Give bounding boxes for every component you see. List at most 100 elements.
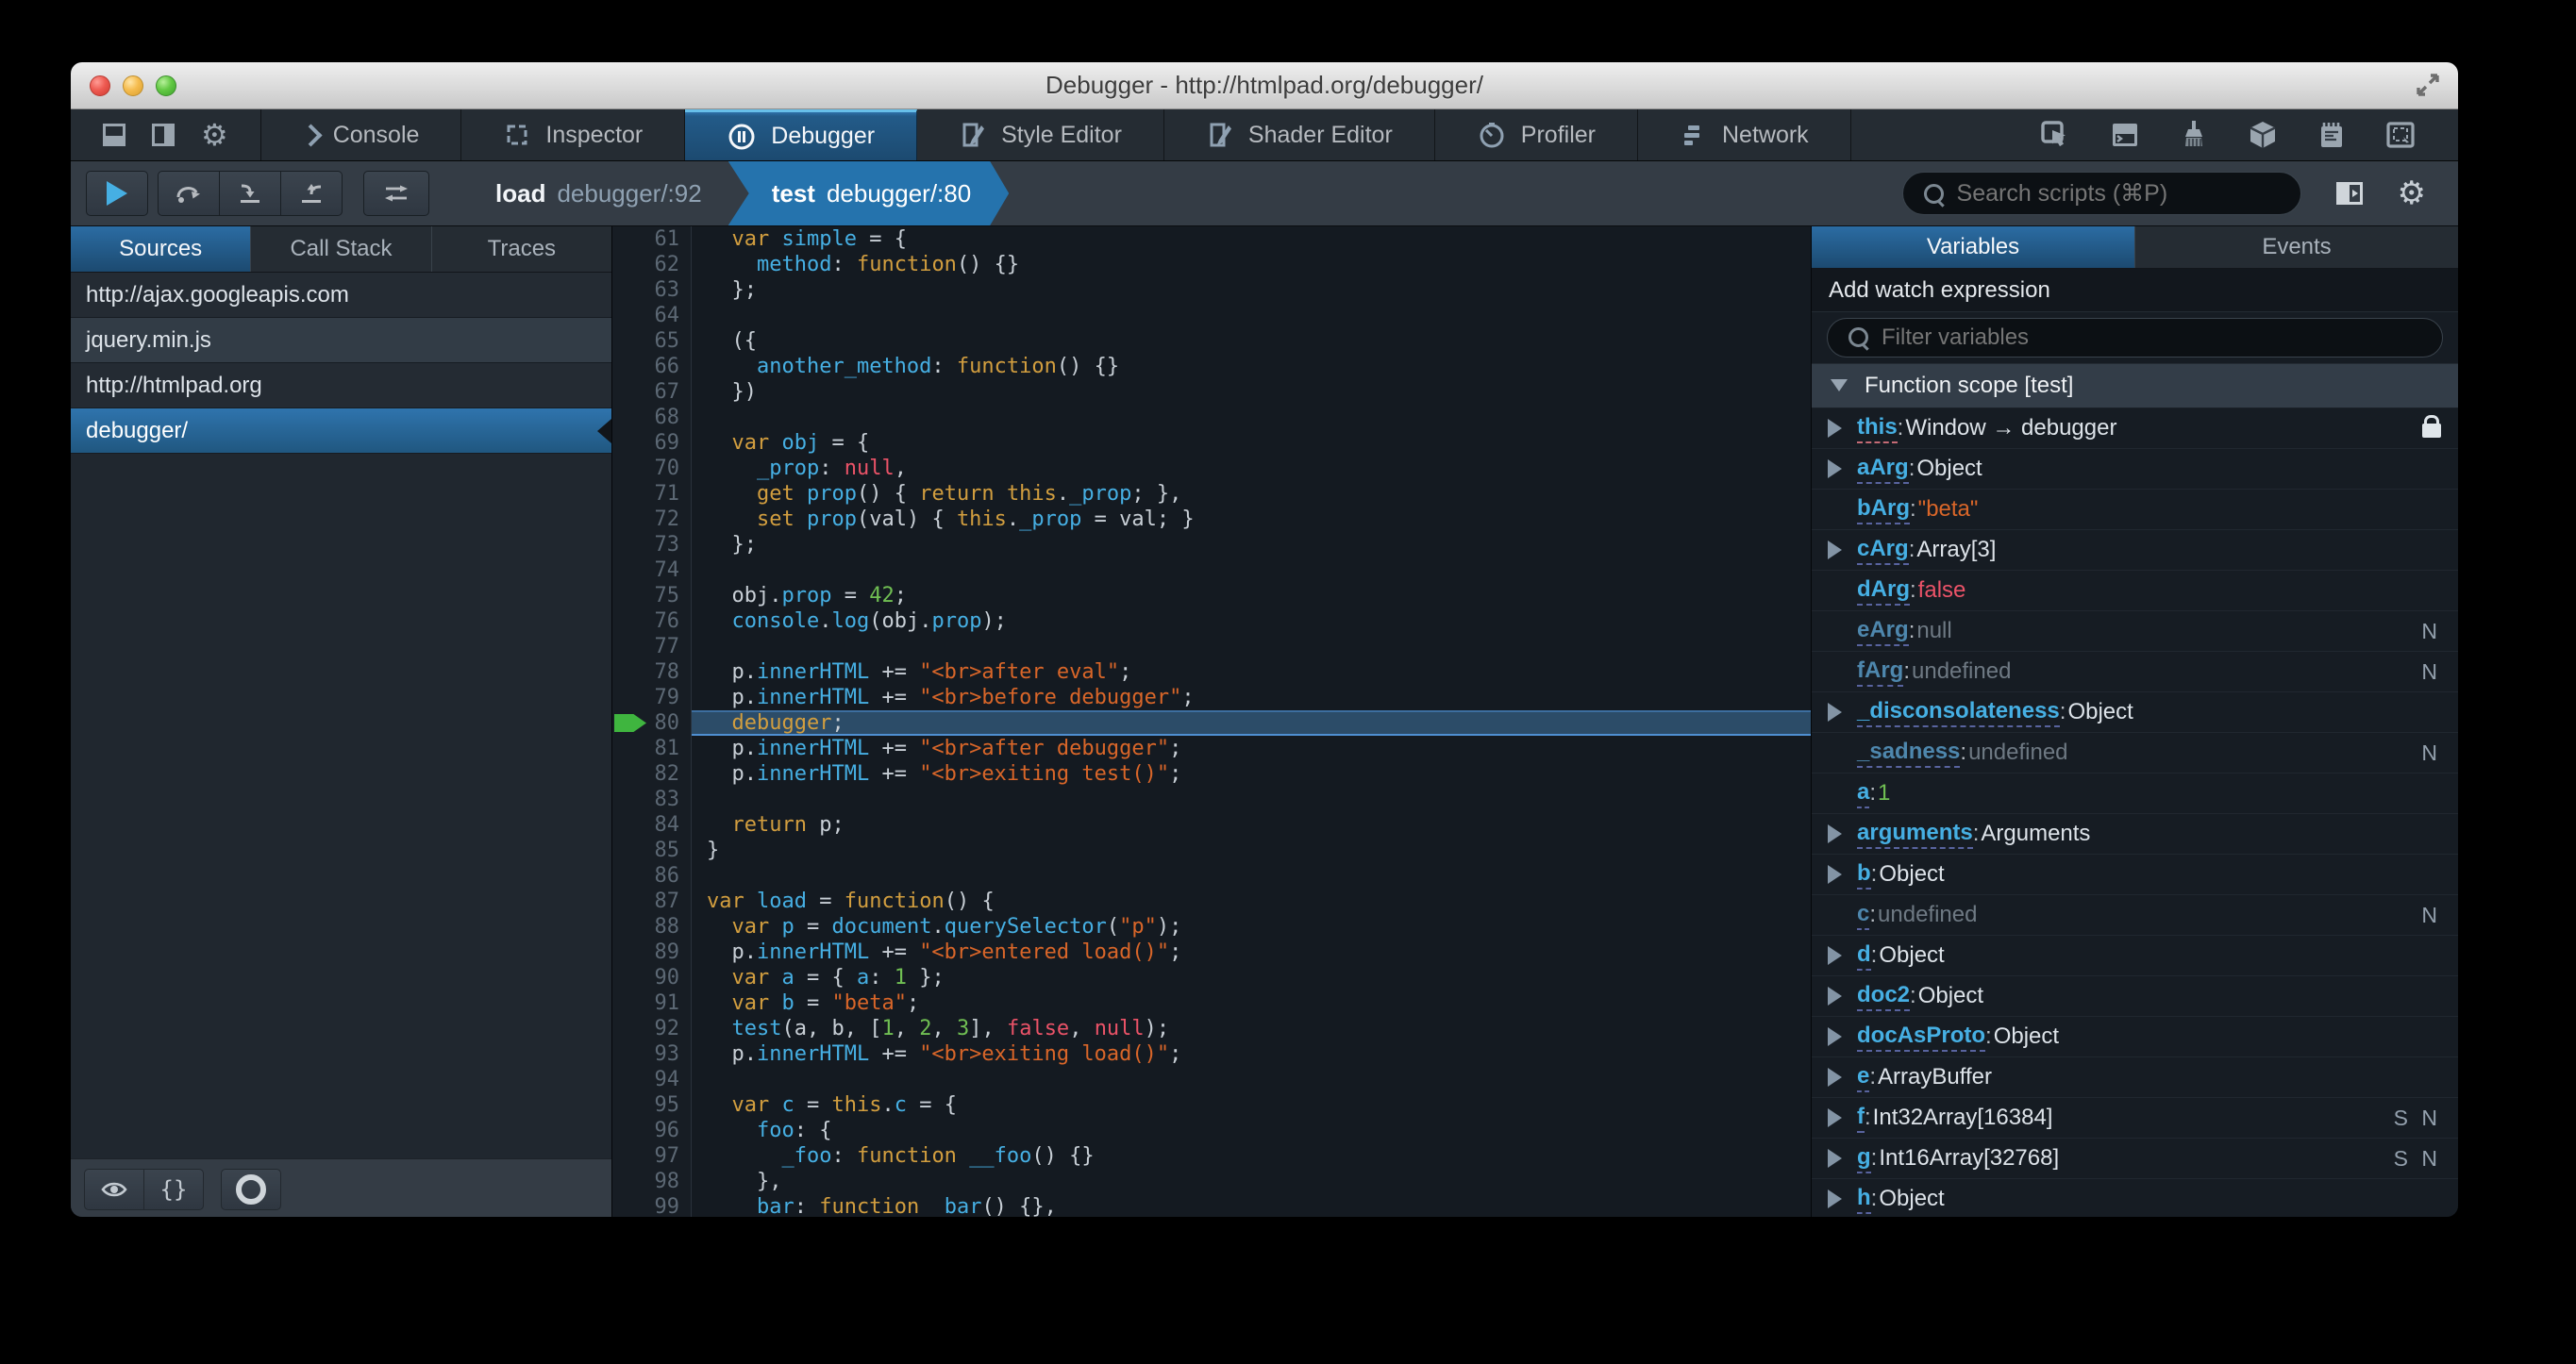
variable-name[interactable]: b bbox=[1857, 860, 1871, 890]
variable-name[interactable]: a bbox=[1857, 779, 1870, 808]
expand-arrow-icon[interactable] bbox=[1827, 1149, 1842, 1168]
expander[interactable] bbox=[1812, 459, 1857, 478]
variable-filter-box[interactable] bbox=[1827, 317, 2443, 358]
breakpoint-gutter[interactable] bbox=[612, 685, 637, 710]
variable-row[interactable]: docAsProto: Object bbox=[1812, 1017, 2458, 1057]
variable-row[interactable]: eArg: null N bbox=[1812, 611, 2458, 652]
expander[interactable] bbox=[1812, 703, 1857, 722]
expander[interactable] bbox=[1812, 946, 1857, 965]
expander[interactable] bbox=[1812, 1189, 1857, 1208]
dock-bottom-icon[interactable] bbox=[103, 124, 125, 146]
code-line[interactable]: 80 debugger; bbox=[612, 710, 1811, 736]
breadcrumb-frame-test[interactable]: test debugger/:80 bbox=[728, 161, 1010, 225]
variable-value[interactable]: ArrayBuffer bbox=[1878, 1064, 1992, 1090]
expander[interactable] bbox=[1812, 1108, 1857, 1127]
code-line[interactable]: 74 bbox=[612, 557, 1811, 583]
variable-value[interactable]: Object bbox=[1916, 456, 1982, 482]
breakpoint-gutter[interactable] bbox=[612, 889, 637, 914]
script-search-box[interactable] bbox=[1901, 172, 2301, 215]
variable-value[interactable]: 1 bbox=[1878, 780, 1890, 807]
tab-network[interactable]: Network bbox=[1638, 109, 1851, 160]
breakpoint-gutter[interactable] bbox=[612, 990, 637, 1016]
code-line[interactable]: 88 var p = document.querySelector("p"); bbox=[612, 914, 1811, 940]
code-line[interactable]: 61 var simple = { bbox=[612, 226, 1811, 252]
breakpoint-gutter[interactable] bbox=[612, 532, 637, 557]
line-number[interactable]: 86 bbox=[637, 863, 692, 889]
source-editor[interactable]: 61 var simple = {62 method: function() {… bbox=[612, 226, 1811, 1217]
expander[interactable] bbox=[1812, 541, 1857, 559]
expand-arrow-icon[interactable] bbox=[1827, 419, 1842, 438]
line-number[interactable]: 90 bbox=[637, 965, 692, 990]
code-line[interactable]: 78 p.innerHTML += "<br>after eval"; bbox=[612, 659, 1811, 685]
code-line[interactable]: 75 obj.prop = 42; bbox=[612, 583, 1811, 608]
code-line[interactable]: 77 bbox=[612, 634, 1811, 659]
line-number[interactable]: 64 bbox=[637, 303, 692, 328]
step-in-button[interactable] bbox=[220, 171, 281, 216]
variable-name[interactable]: arguments bbox=[1857, 820, 1973, 849]
resize-icon[interactable] bbox=[2415, 72, 2441, 98]
breakpoint-gutter[interactable] bbox=[612, 659, 637, 685]
breakpoint-gutter[interactable] bbox=[612, 787, 637, 812]
variable-value[interactable]: Int32Array[16384] bbox=[1873, 1105, 2053, 1131]
breadcrumb-frame-load[interactable]: load debugger/:92 bbox=[469, 161, 728, 225]
code-line[interactable]: 73 }; bbox=[612, 532, 1811, 557]
variable-name[interactable]: fArg bbox=[1857, 657, 1904, 687]
step-over-button[interactable] bbox=[158, 171, 220, 216]
code-line[interactable]: 76 console.log(obj.prop); bbox=[612, 608, 1811, 634]
toolbox-settings-gear-icon[interactable]: ⚙ bbox=[201, 120, 228, 150]
line-number[interactable]: 71 bbox=[637, 481, 692, 507]
pick-element-icon[interactable] bbox=[2039, 119, 2071, 151]
expand-arrow-icon[interactable] bbox=[1827, 1108, 1842, 1127]
code-line[interactable]: 93 p.innerHTML += "<br>exiting load()"; bbox=[612, 1041, 1811, 1067]
code-line[interactable]: 85} bbox=[612, 838, 1811, 863]
variable-value[interactable]: Object bbox=[1994, 1023, 2059, 1050]
code-line[interactable]: 65 ({ bbox=[612, 328, 1811, 354]
breakpoint-gutter[interactable] bbox=[612, 1016, 637, 1041]
line-number[interactable]: 79 bbox=[637, 685, 692, 710]
variable-value[interactable]: false bbox=[1918, 577, 1966, 604]
breakpoint-gutter[interactable] bbox=[612, 405, 637, 430]
breakpoint-gutter[interactable] bbox=[612, 965, 637, 990]
breakpoint-gutter[interactable] bbox=[612, 736, 637, 761]
breakpoint-gutter[interactable] bbox=[612, 226, 637, 252]
code-line[interactable]: 64 bbox=[612, 303, 1811, 328]
variable-row[interactable]: dArg: false bbox=[1812, 571, 2458, 611]
variable-row[interactable]: d: Object bbox=[1812, 936, 2458, 976]
line-number[interactable]: 76 bbox=[637, 608, 692, 634]
tab-traces[interactable]: Traces bbox=[432, 226, 611, 272]
tab-debugger[interactable]: Debugger bbox=[685, 109, 918, 160]
breakpoint-gutter[interactable] bbox=[612, 481, 637, 507]
expand-arrow-icon[interactable] bbox=[1827, 946, 1842, 965]
variable-value[interactable]: Arguments bbox=[1981, 821, 2090, 847]
breakpoint-gutter[interactable] bbox=[612, 761, 637, 787]
expander[interactable] bbox=[1812, 1149, 1857, 1168]
breakpoint-gutter[interactable] bbox=[612, 940, 637, 965]
breakpoint-gutter[interactable] bbox=[612, 1118, 637, 1143]
variable-value[interactable]: Object bbox=[1879, 942, 1944, 969]
breakpoint-gutter[interactable] bbox=[612, 838, 637, 863]
breakpoint-gutter[interactable] bbox=[612, 354, 637, 379]
variable-row[interactable]: f: Int32Array[16384] S N bbox=[1812, 1098, 2458, 1139]
source-item-debugger-selected[interactable]: debugger/ bbox=[71, 408, 611, 454]
line-number[interactable]: 62 bbox=[637, 252, 692, 277]
breakpoint-gutter[interactable] bbox=[612, 557, 637, 583]
variable-row[interactable]: _sadness: undefined N bbox=[1812, 733, 2458, 773]
3d-view-cube-icon[interactable] bbox=[2247, 119, 2279, 151]
tab-call-stack[interactable]: Call Stack bbox=[251, 226, 432, 272]
tab-inspector[interactable]: Inspector bbox=[461, 109, 686, 160]
toggle-breakpoints-button[interactable] bbox=[221, 1169, 281, 1210]
minimize-button[interactable] bbox=[123, 75, 143, 96]
variable-value[interactable]: "beta" bbox=[1918, 496, 1979, 523]
step-out-button[interactable] bbox=[281, 171, 343, 216]
variable-value[interactable]: undefined bbox=[1968, 740, 2067, 766]
variable-row[interactable]: _disconsolateness: Object bbox=[1812, 692, 2458, 733]
code-line[interactable]: 62 method: function() {} bbox=[612, 252, 1811, 277]
expand-arrow-icon[interactable] bbox=[1827, 1189, 1842, 1208]
breakpoint-gutter[interactable] bbox=[612, 379, 637, 405]
code-line[interactable]: 82 p.innerHTML += "<br>exiting test()"; bbox=[612, 761, 1811, 787]
prettify-button[interactable]: {} bbox=[144, 1169, 204, 1210]
code-line[interactable]: 91 var b = "beta"; bbox=[612, 990, 1811, 1016]
code-line[interactable]: 71 get prop() { return this._prop; }, bbox=[612, 481, 1811, 507]
line-number[interactable]: 85 bbox=[637, 838, 692, 863]
expand-arrow-icon[interactable] bbox=[1827, 1027, 1842, 1046]
